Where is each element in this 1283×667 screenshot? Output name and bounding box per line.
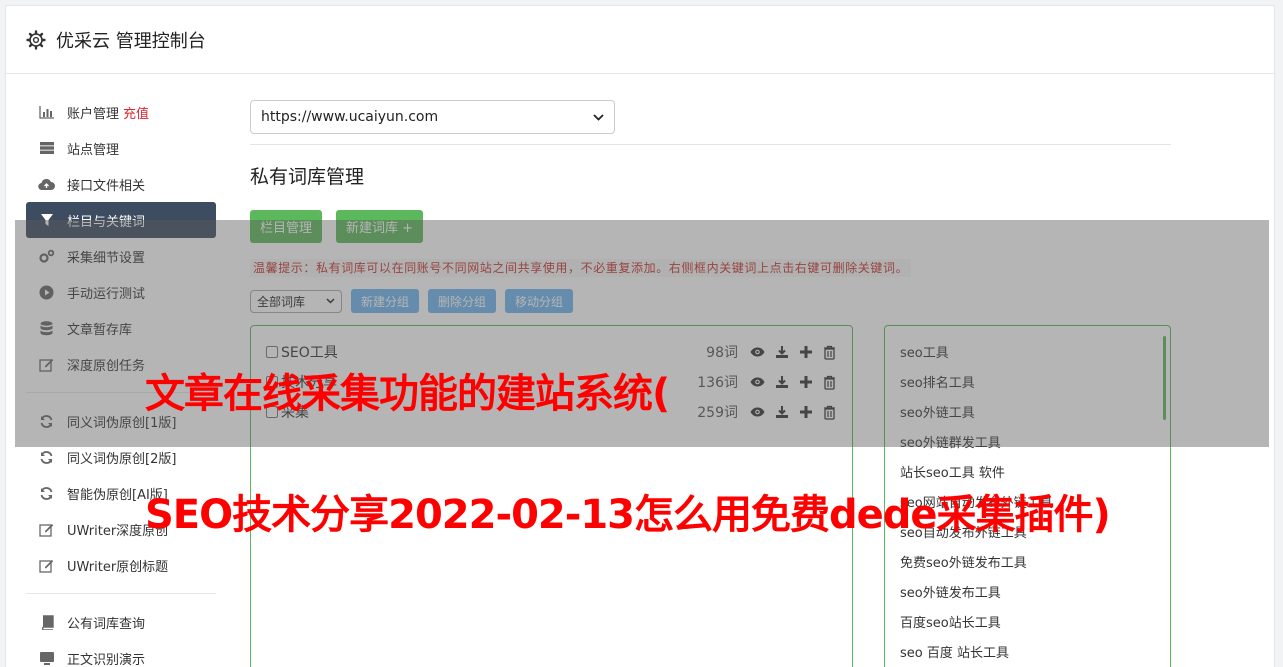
sidebar-item-label: 站点管理	[67, 142, 120, 158]
sidebar-item-label: UWriter原创标题	[67, 559, 169, 575]
top-header: 优采云 管理控制台	[6, 6, 1274, 74]
sidebar-item-text-recognition[interactable]: 正文识别演示	[26, 640, 216, 667]
keyword-item[interactable]: 免费seo外链发布工具	[900, 546, 1155, 576]
app-title: 优采云 管理控制台	[56, 30, 206, 52]
sidebar-item-account[interactable]: 账户管理 充值	[26, 94, 216, 130]
site-select[interactable]: https://www.ucaiyun.com	[250, 100, 615, 134]
sidebar-item-uwriter-title[interactable]: UWriter原创标题	[26, 547, 216, 583]
cloud-upload-icon	[38, 176, 55, 193]
chevron-down-icon	[593, 113, 604, 121]
keyword-item[interactable]: seo 百度 站长工具	[900, 636, 1155, 666]
sidebar-item-label: 公有词库查询	[67, 616, 146, 632]
monitor-icon	[38, 650, 55, 667]
refresh-icon	[38, 449, 55, 466]
edit-icon	[38, 557, 55, 574]
sidebar-item-public-lexicon[interactable]: 公有词库查询	[26, 604, 216, 640]
page-title: 私有词库管理	[250, 166, 365, 188]
site-select-value: https://www.ucaiyun.com	[261, 109, 439, 125]
bar-chart-icon	[38, 104, 55, 121]
gear-icon	[26, 29, 46, 50]
edit-icon	[38, 521, 55, 538]
server-icon	[38, 140, 55, 157]
overlay-title-line-2: SEO技术分享2022-02-13怎么用免费dede采集插件)	[145, 492, 1111, 538]
book-icon	[38, 614, 55, 631]
sidebar-item-label: 同义词伪原创[2版]	[67, 451, 177, 467]
sidebar-divider	[26, 593, 216, 594]
keyword-item[interactable]: 百度seo站长工具	[900, 606, 1155, 636]
recharge-link[interactable]: 充值	[123, 103, 149, 122]
sidebar-item-sites[interactable]: 站点管理	[26, 130, 216, 166]
divider	[250, 144, 1171, 145]
sidebar-item-label: 接口文件相关	[67, 178, 146, 194]
overlay-title-line-1: 文章在线采集功能的建站系统(	[145, 371, 670, 417]
keyword-item[interactable]: seo外链发布工具	[900, 576, 1155, 606]
sidebar-item-interface-files[interactable]: 接口文件相关	[26, 166, 216, 202]
refresh-icon	[38, 485, 55, 502]
sidebar-item-label: 正文识别演示	[67, 652, 146, 667]
sidebar-item-label: 账户管理	[67, 106, 120, 122]
